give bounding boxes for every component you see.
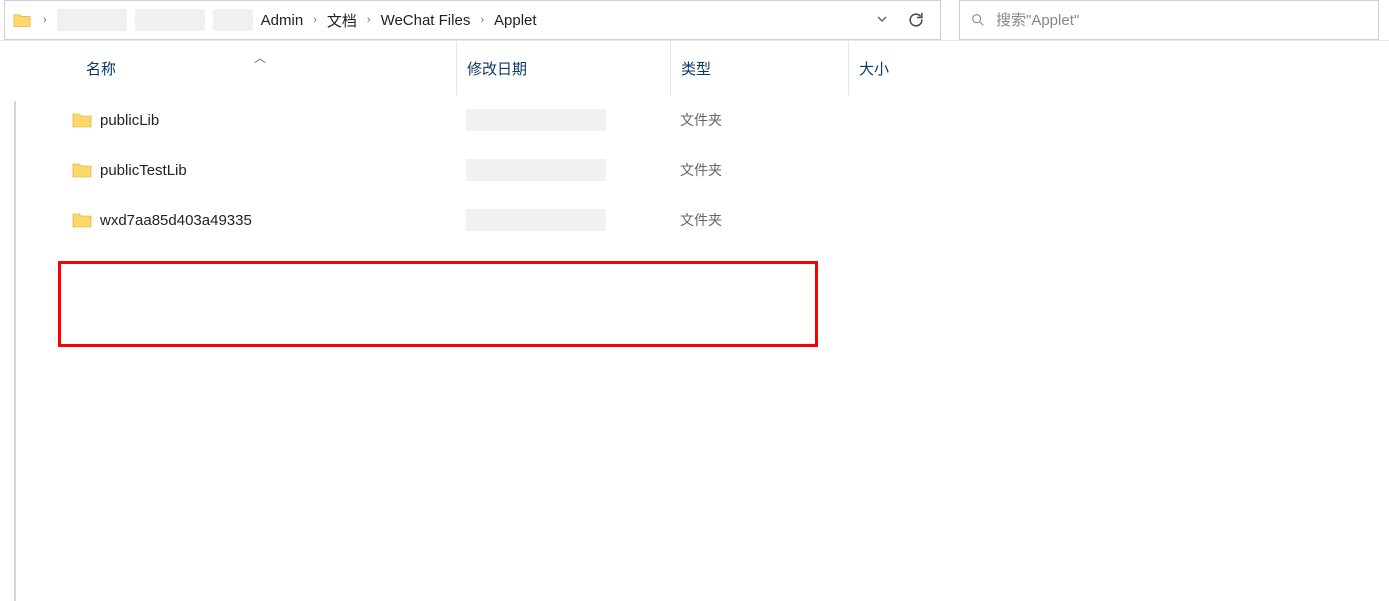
column-header-label: 类型 bbox=[681, 58, 711, 79]
file-list-panel: 名称 ︿ 修改日期 类型 大小 bbox=[16, 41, 1389, 601]
address-search-row: › Admin › 文档 › WeChat Files › Applet bbox=[0, 0, 1389, 41]
refresh-button[interactable] bbox=[896, 1, 936, 39]
item-name: wxd7aa85d403a49335 bbox=[100, 212, 252, 229]
chevron-right-icon: › bbox=[474, 14, 490, 26]
breadcrumb-item[interactable]: Applet bbox=[490, 8, 541, 33]
table-row[interactable]: publicTestLib 文件夹 bbox=[72, 145, 1389, 195]
column-headers: 名称 ︿ 修改日期 类型 大小 bbox=[16, 41, 1389, 95]
search-icon bbox=[970, 12, 986, 28]
table-row[interactable]: publicLib 文件夹 bbox=[72, 95, 1389, 145]
search-box[interactable] bbox=[959, 0, 1379, 40]
chevron-right-icon: › bbox=[361, 14, 377, 26]
breadcrumb-item[interactable]: Admin bbox=[257, 8, 308, 33]
breadcrumb-redacted bbox=[213, 9, 253, 31]
chevron-right-icon: › bbox=[37, 14, 53, 26]
search-input[interactable] bbox=[996, 12, 1368, 29]
breadcrumb-redacted bbox=[57, 9, 127, 31]
breadcrumb-redacted bbox=[135, 9, 205, 31]
redacted-date bbox=[466, 109, 606, 131]
column-header-label: 大小 bbox=[859, 58, 889, 79]
column-header-label: 修改日期 bbox=[467, 58, 527, 79]
content-area: 名称 ︿ 修改日期 类型 大小 bbox=[0, 41, 1389, 601]
left-gutter-divider bbox=[6, 101, 16, 601]
column-header-date[interactable]: 修改日期 bbox=[456, 41, 670, 95]
item-name: publicLib bbox=[100, 112, 159, 129]
column-header-size[interactable]: 大小 bbox=[848, 41, 998, 95]
file-rows: publicLib 文件夹 publicTestLib 文件夹 bbox=[16, 95, 1389, 245]
table-row[interactable]: wxd7aa85d403a49335 文件夹 bbox=[72, 195, 1389, 245]
column-header-name[interactable]: 名称 ︿ bbox=[86, 41, 456, 95]
annotation-highlight-box bbox=[58, 261, 818, 347]
address-bar[interactable]: › Admin › 文档 › WeChat Files › Applet bbox=[4, 0, 941, 40]
breadcrumb-item[interactable]: 文档 bbox=[323, 6, 361, 35]
column-header-type[interactable]: 类型 bbox=[670, 41, 848, 95]
item-type: 文件夹 bbox=[670, 210, 848, 230]
address-dropdown-button[interactable] bbox=[868, 12, 896, 29]
item-type: 文件夹 bbox=[670, 160, 848, 180]
folder-root-icon bbox=[13, 13, 31, 27]
breadcrumb-item[interactable]: WeChat Files bbox=[377, 8, 475, 33]
redacted-date bbox=[466, 209, 606, 231]
column-header-label: 名称 bbox=[86, 58, 116, 79]
redacted-date bbox=[466, 159, 606, 181]
folder-icon bbox=[72, 112, 92, 128]
folder-icon bbox=[72, 162, 92, 178]
item-type: 文件夹 bbox=[670, 110, 848, 130]
chevron-right-icon: › bbox=[307, 14, 323, 26]
sort-chevron-up-icon: ︿ bbox=[254, 49, 266, 66]
folder-icon bbox=[72, 212, 92, 228]
item-name: publicTestLib bbox=[100, 162, 187, 179]
